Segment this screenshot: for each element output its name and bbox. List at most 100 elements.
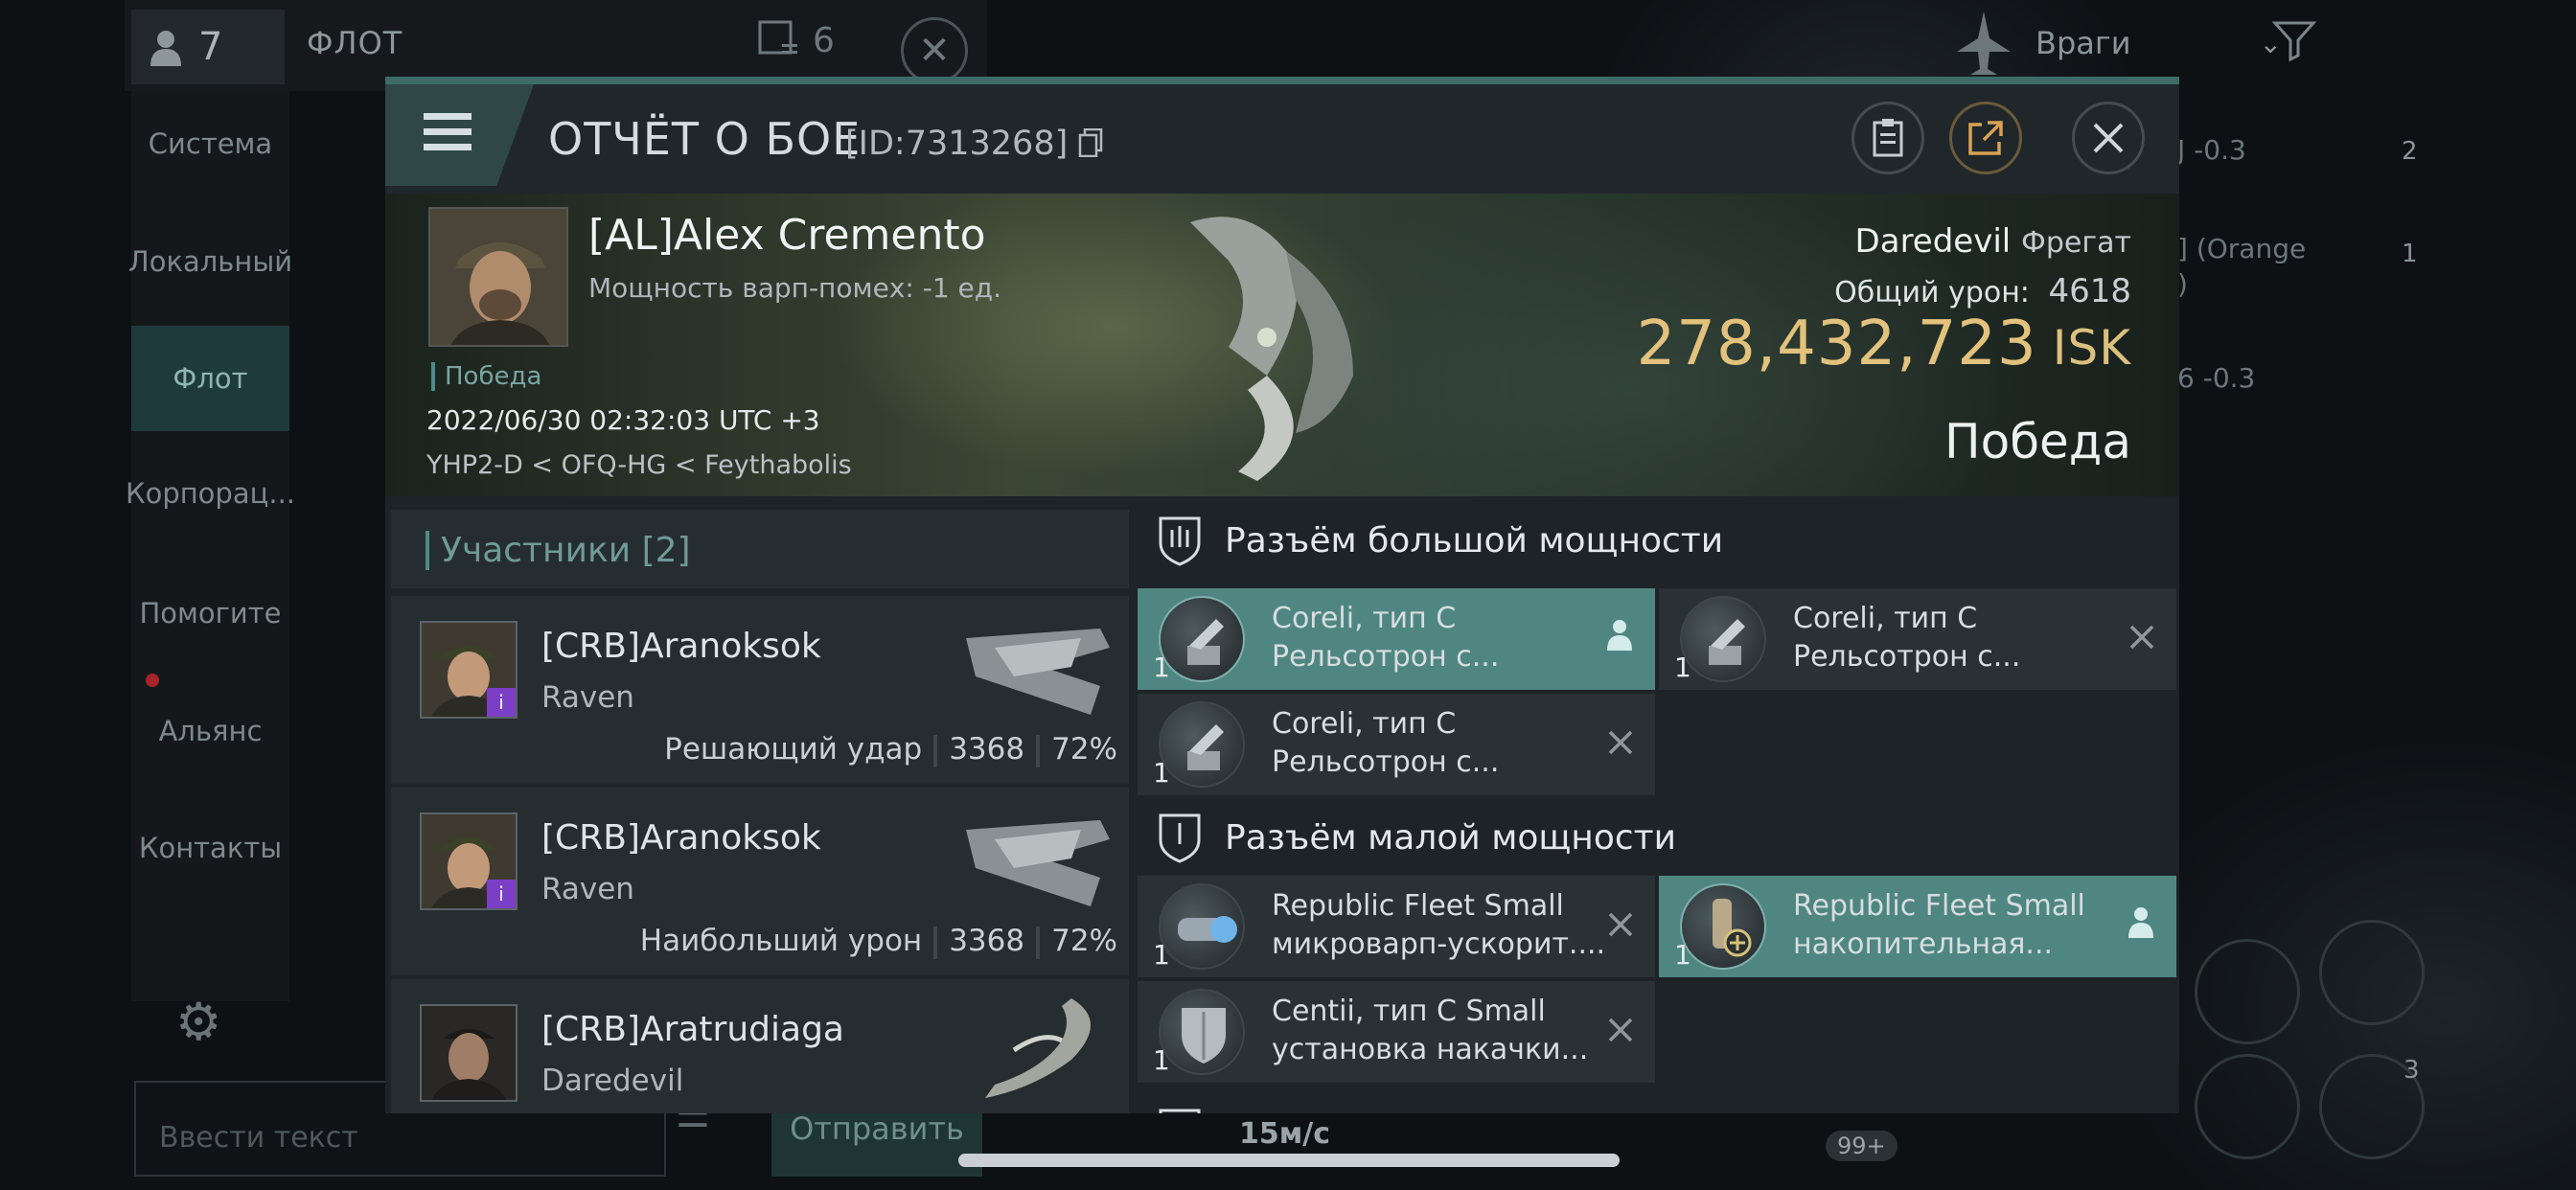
- ship-silhouette-icon: [1957, 11, 2011, 75]
- clipboard-icon: [1873, 119, 1903, 157]
- squad-icon: [758, 20, 797, 55]
- dialog-header: ОТЧЁТ О БОЕ [ID:7313268]: [385, 84, 2179, 194]
- sidebar-item-help[interactable]: Помогите: [131, 561, 289, 666]
- railgun-module-icon: [1159, 596, 1245, 682]
- module-type: Рельсотрон с...: [1272, 640, 1500, 674]
- module-quantity: 1: [1153, 652, 1170, 683]
- participant-ship: Raven: [541, 680, 634, 715]
- participant-stats: Наибольший урон 3368 72%: [640, 924, 1117, 959]
- module-name: Coreli, тип C: [1272, 707, 1457, 741]
- participants-title: Участники [2]: [426, 531, 691, 570]
- notification-dot: [146, 674, 159, 687]
- participant-row[interactable]: i [CRB]Aranoksok Raven Решающий удар 3368…: [391, 596, 1129, 784]
- close-icon: [1607, 904, 1634, 947]
- right-list-label: J -0.3: [2177, 134, 2246, 166]
- railgun-module-icon: [1159, 701, 1245, 788]
- fleet-members-button[interactable]: 7: [131, 10, 285, 84]
- close-icon: [1607, 1010, 1634, 1052]
- participant-percent: 72%: [1051, 732, 1117, 767]
- pilot-name[interactable]: [AL]Alex Cremento: [588, 211, 986, 260]
- module-name: Republic Fleet Small: [1272, 889, 1564, 923]
- close-icon: [2128, 617, 2155, 659]
- sidebar-item-alliance[interactable]: Альянс: [131, 678, 289, 784]
- pilot-portrait[interactable]: [428, 207, 568, 347]
- total-damage-value: 4618: [2048, 272, 2131, 310]
- info-badge-icon: i: [487, 688, 516, 717]
- fitting-panel: Разъём большой мощности 1 Coreli, тип C …: [1133, 502, 2179, 1113]
- shield-icon: [1152, 810, 1208, 865]
- participants-header: Участники [2]: [391, 510, 1129, 588]
- battle-report-dialog: ОТЧЁТ О БОЕ [ID:7313268] [AL]Alex Cremen…: [385, 77, 2179, 1113]
- isk-amount: 278,432,723: [1636, 309, 2037, 379]
- module-item[interactable]: 1 Centii, тип C Small установка накачки.…: [1138, 981, 1655, 1083]
- total-damage-label: Общий урон:: [1834, 276, 2030, 309]
- participant-name: [CRB]Aratrudiaga: [541, 1010, 844, 1049]
- fleet-close-button[interactable]: ✕: [901, 17, 968, 84]
- menu-button[interactable]: [385, 84, 534, 186]
- filter-icon[interactable]: [2271, 17, 2317, 74]
- copy-icon: [1079, 127, 1103, 158]
- module-slot-button[interactable]: [2195, 939, 2300, 1044]
- close-icon: [1607, 722, 1634, 765]
- total-damage: Общий урон: 4618: [1834, 272, 2131, 310]
- dialog-title: ОТЧЁТ О БОЕ: [548, 113, 862, 165]
- close-button[interactable]: [2072, 102, 2145, 174]
- fleet-squad-count: 6: [813, 20, 835, 60]
- module-name: Coreli, тип C: [1793, 602, 1978, 635]
- module-name: Coreli, тип C: [1272, 602, 1457, 635]
- module-type: Рельсотрон с...: [1272, 745, 1500, 779]
- module-item[interactable]: 1 Republic Fleet Small накопительная...: [1659, 876, 2176, 977]
- clipboard-button[interactable]: [1852, 102, 1924, 174]
- participants-panel: Участники [2] i [CRB]Aranoksok Raven Реш…: [391, 510, 1135, 1113]
- participant-portrait: [420, 1004, 518, 1102]
- sidebar-item-fleet[interactable]: Флот: [131, 326, 289, 431]
- module-item[interactable]: 1 Coreli, тип C Рельсотрон с...: [1659, 588, 2176, 690]
- victim-ship[interactable]: Daredevil Фрегат: [1855, 222, 2131, 261]
- isk-value: 278,432,723 ISK: [1637, 309, 2131, 379]
- battle-location[interactable]: YHP2-D < OFQ-HG < Feythabolis: [426, 450, 852, 480]
- participant-role: Решающий удар: [664, 732, 923, 767]
- module-item[interactable]: 1 Coreli, тип C Рельсотрон с...: [1138, 588, 1655, 690]
- battle-datetime: 2022/06/30 02:32:03 UTC +3: [426, 404, 820, 436]
- share-icon: [1968, 121, 2003, 155]
- next-slots-header: [1133, 1094, 2179, 1113]
- share-button[interactable]: [1949, 102, 2022, 174]
- fleet-squad-button[interactable]: 6: [757, 19, 835, 61]
- fleet-title: ФЛОТ: [307, 25, 403, 61]
- right-list-count: 1: [2402, 240, 2418, 268]
- participant-damage: 3368: [949, 732, 1025, 767]
- participant-role: Наибольший урон: [639, 924, 923, 958]
- right-list-label: 6 -0.3: [2177, 362, 2256, 394]
- gear-icon[interactable]: ⚙: [175, 992, 221, 1052]
- low-slots-title: Разъём малой мощности: [1225, 817, 1677, 858]
- sidebar-item-contacts[interactable]: Контакты: [131, 795, 289, 901]
- module-slot-button[interactable]: [2195, 1054, 2300, 1159]
- sidebar-item-local[interactable]: Локальный: [128, 209, 292, 314]
- module-item[interactable]: 1 Republic Fleet Small микроварп-ускорит…: [1138, 876, 1655, 977]
- participant-row[interactable]: i [CRB]Aranoksok Raven Наибольший урон 33…: [391, 788, 1129, 975]
- ship-class: Фрегат: [2021, 226, 2131, 260]
- module-type: накопительная...: [1793, 927, 2054, 961]
- enemy-filter-dropdown[interactable]: Враги ⌄: [1955, 10, 2282, 77]
- participants-count: [2]: [641, 531, 691, 570]
- participant-ship-image: [966, 820, 1110, 906]
- module-type: установка накачки...: [1272, 1033, 1589, 1066]
- hamburger-icon: [424, 113, 472, 159]
- report-id[interactable]: [ID:7313268]: [845, 125, 1103, 163]
- isk-currency: ISK: [2052, 320, 2131, 376]
- right-list-count: 2: [2402, 137, 2418, 166]
- module-slot-button[interactable]: [2319, 920, 2425, 1025]
- participant-row[interactable]: [CRB]Aratrudiaga Daredevil: [391, 979, 1129, 1113]
- fleet-members-count: 7: [198, 25, 223, 69]
- module-item[interactable]: 1 Coreli, тип C Рельсотрон с...: [1138, 694, 1655, 795]
- participant-name: [CRB]Aranoksok: [541, 818, 821, 858]
- module-quantity: 1: [1674, 652, 1691, 683]
- capacitor-module-icon: [1680, 883, 1766, 970]
- participant-ship: Daredevil: [541, 1064, 684, 1098]
- high-slots-header: Разъём большой мощности: [1133, 502, 2179, 579]
- shield-icon: [1152, 1105, 1208, 1113]
- module-type: Рельсотрон с...: [1793, 640, 2021, 674]
- home-indicator[interactable]: [958, 1154, 1620, 1167]
- sidebar-item-corporation[interactable]: Корпорац...: [126, 441, 295, 546]
- sidebar-item-system[interactable]: Система: [131, 91, 289, 196]
